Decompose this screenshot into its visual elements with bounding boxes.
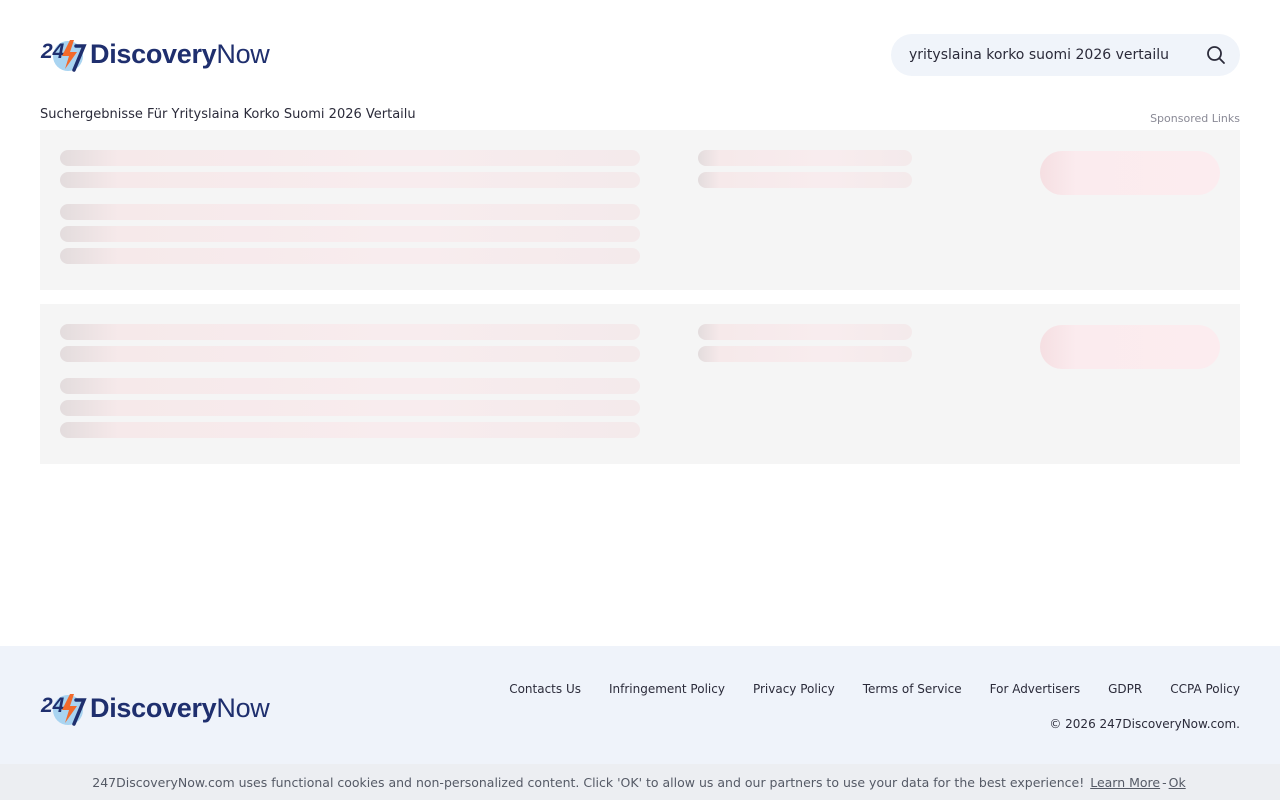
site-footer: 24 DiscoveryNow Contacts Us Infringement… <box>0 646 1280 764</box>
search-box[interactable]: yrityslaina korko suomi 2026 vertailu <box>891 34 1240 76</box>
svg-text:24: 24 <box>40 694 65 717</box>
result-placeholder-card <box>40 304 1240 464</box>
footer-logo[interactable]: 24 DiscoveryNow <box>40 688 270 728</box>
svg-text:24: 24 <box>40 40 65 63</box>
logo-wordmark: DiscoveryNow <box>90 39 270 70</box>
skeleton-line <box>60 378 640 394</box>
skeleton-line <box>60 248 640 264</box>
skeleton-line <box>698 150 912 166</box>
skeleton-line <box>60 346 640 362</box>
skeleton-line <box>698 172 912 188</box>
footer-link-advertisers[interactable]: For Advertisers <box>990 682 1080 696</box>
skeleton-line <box>60 172 640 188</box>
skeleton-line <box>698 324 912 340</box>
cookie-separator: - <box>1162 774 1167 790</box>
site-header: 24 DiscoveryNow yrityslaina korko suomi … <box>0 0 1280 100</box>
footer-link-privacy[interactable]: Privacy Policy <box>753 682 835 696</box>
footer-link-gdpr[interactable]: GDPR <box>1108 682 1142 696</box>
skeleton-line <box>60 324 640 340</box>
logo-mark-icon: 24 <box>40 40 87 72</box>
footer-link-infringement[interactable]: Infringement Policy <box>609 682 725 696</box>
footer-link-contacts[interactable]: Contacts Us <box>509 682 581 696</box>
cookie-bar: 247DiscoveryNow.com uses functional cook… <box>0 764 1280 800</box>
footer-links: Contacts Us Infringement Policy Privacy … <box>509 682 1240 696</box>
search-button[interactable] <box>1196 34 1236 76</box>
logo-word-now: Now <box>216 38 270 69</box>
search-icon <box>1207 46 1225 64</box>
logo-wordmark: DiscoveryNow <box>90 693 270 724</box>
skeleton-line <box>60 204 640 220</box>
logo-mark-icon: 24 <box>40 694 87 726</box>
site-logo[interactable]: 24 DiscoveryNow <box>40 34 270 74</box>
skeleton-line <box>698 346 912 362</box>
skeleton-line <box>60 226 640 242</box>
results-title: Suchergebnisse Für Yrityslaina Korko Suo… <box>40 107 416 122</box>
skeleton-line <box>60 422 640 438</box>
footer-link-terms[interactable]: Terms of Service <box>863 682 962 696</box>
footer-link-ccpa[interactable]: CCPA Policy <box>1170 682 1240 696</box>
cookie-ok-link[interactable]: Ok <box>1169 775 1186 790</box>
skeleton-button <box>1040 151 1220 195</box>
sponsored-links-label: Sponsored Links <box>1150 112 1240 125</box>
skeleton-line <box>60 150 640 166</box>
copyright-text: © 2026 247DiscoveryNow.com. <box>1049 717 1240 731</box>
logo-word-discovery: Discovery <box>90 692 217 723</box>
cookie-learn-more-link[interactable]: Learn More <box>1090 775 1160 790</box>
skeleton-button <box>1040 325 1220 369</box>
search-input[interactable]: yrityslaina korko suomi 2026 vertailu <box>909 47 1196 63</box>
logo-word-now: Now <box>216 692 270 723</box>
cookie-text: 247DiscoveryNow.com uses functional cook… <box>92 774 1085 790</box>
result-placeholder-card <box>40 130 1240 290</box>
logo-word-discovery: Discovery <box>90 38 217 69</box>
skeleton-line <box>60 400 640 416</box>
